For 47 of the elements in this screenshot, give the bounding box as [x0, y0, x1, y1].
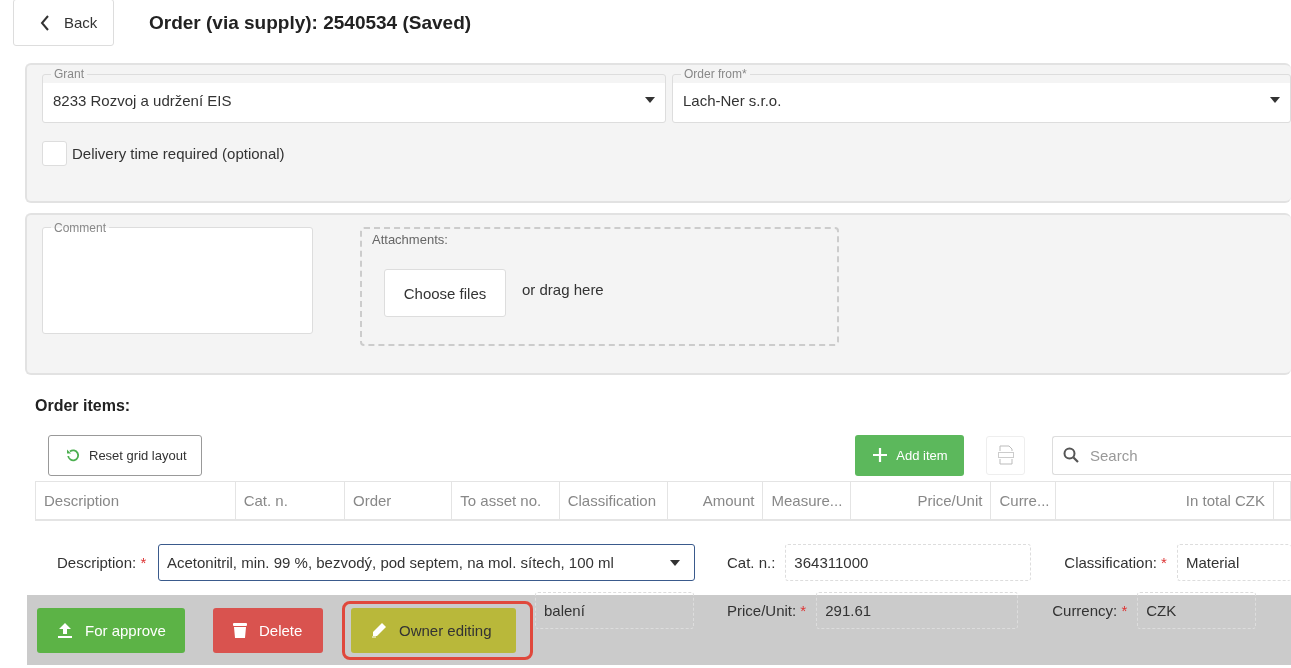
section-title: Order items:	[35, 397, 131, 415]
chevron-left-icon	[40, 14, 50, 31]
field-label: Cat. n.:	[727, 554, 776, 571]
column-header[interactable]: Price/Unit	[851, 482, 992, 519]
caret-icon	[1270, 97, 1280, 103]
spreadsheet-file-icon	[997, 445, 1014, 465]
search-field[interactable]: Search	[1052, 435, 1291, 475]
caret-icon	[645, 97, 655, 103]
column-header[interactable]: In total CZK	[1056, 482, 1274, 519]
field-legend: Comment	[51, 221, 109, 235]
upload-icon	[57, 622, 73, 638]
column-header[interactable]: Classification	[559, 482, 669, 519]
choose-files-button[interactable]: Choose files	[384, 269, 506, 317]
action-button[interactable]: Owner editing	[351, 607, 516, 653]
field-label: Classification: *	[1064, 554, 1167, 571]
select-field[interactable]: Acetonitril, min. 99 %, bezvodý, pod septem, na mol. sítech, 100 ml	[158, 544, 695, 581]
field-legend: Order from*	[681, 67, 750, 81]
drag-hint: or drag here	[522, 280, 604, 298]
action-button[interactable]: For approve	[37, 607, 185, 653]
field-legend: Grant	[51, 67, 87, 81]
search-icon	[1063, 446, 1079, 463]
reset-grid-button[interactable]: Reset grid layout	[48, 434, 202, 476]
column-header[interactable]: Measure...	[763, 482, 852, 519]
column-header[interactable]: Description	[36, 482, 236, 519]
export-button[interactable]	[986, 435, 1025, 475]
checkbox-label: Delivery time required (optional)	[72, 145, 285, 162]
readonly-field: 364311000	[785, 544, 1032, 581]
readonly-field: Material	[1176, 544, 1291, 581]
field-label: Price/Unit: *	[727, 602, 807, 619]
add-item-button[interactable]: Add item	[855, 434, 965, 476]
checkbox[interactable]	[42, 141, 67, 166]
undo-icon	[66, 448, 80, 462]
attachments-label: Attachments:	[372, 232, 448, 247]
trash-icon	[233, 622, 247, 638]
field-label: Description: *	[57, 554, 148, 571]
column-header[interactable]: Cat. n.	[235, 482, 345, 519]
page-title: Order (via supply): 2540534 (Saved)	[149, 12, 472, 34]
plus-icon	[873, 448, 888, 462]
pencil-icon	[371, 622, 387, 638]
column-header[interactable]: Order	[345, 482, 453, 519]
caret-icon	[670, 559, 680, 566]
column-header[interactable]: To asset no.	[452, 482, 560, 519]
column-header[interactable]: Curre...	[991, 482, 1057, 519]
column-header[interactable]: Amount	[668, 482, 764, 519]
back-button[interactable]: Back	[13, 0, 114, 46]
field-label: Currency: *	[1052, 602, 1128, 619]
action-button[interactable]: Delete	[213, 607, 323, 653]
